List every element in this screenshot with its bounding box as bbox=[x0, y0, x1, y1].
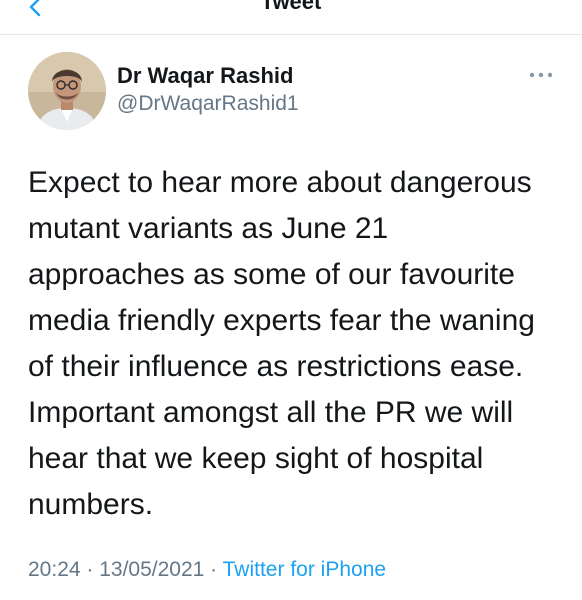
more-options-button[interactable] bbox=[526, 66, 556, 84]
author-handle[interactable]: @DrWaqarRashid1 bbox=[117, 92, 299, 116]
top-nav-bar: Tweet bbox=[0, 0, 582, 35]
tweet-text: Expect to hear more about dangerous muta… bbox=[28, 160, 558, 528]
tweet-meta: 20:24 · 13/05/2021 · Twitter for iPhone bbox=[28, 558, 386, 582]
tweet-text-line: Important amongst all the PR we will bbox=[28, 396, 514, 429]
tweet-text-line: of their influence as restrictions ease. bbox=[28, 350, 524, 383]
nav-title: Tweet bbox=[260, 0, 322, 14]
meta-separator: · bbox=[80, 558, 100, 581]
tweet-text-line: approaches as some of our favourite bbox=[28, 258, 515, 291]
author-display-name[interactable]: Dr Waqar Rashid bbox=[117, 63, 293, 89]
meta-separator: · bbox=[204, 558, 223, 581]
tweet-detail-screen: Tweet Dr Waqar Rashid @DrWaqarRashid1 Ex… bbox=[0, 0, 582, 600]
tweet-text-line: Expect to hear more about dangerous bbox=[28, 166, 532, 199]
tweet-date: 13/05/2021 bbox=[99, 558, 205, 581]
tweet-source-link[interactable]: Twitter for iPhone bbox=[223, 558, 386, 581]
profile-photo bbox=[28, 52, 106, 130]
more-options-icon bbox=[529, 72, 553, 78]
tweet-time: 20:24 bbox=[28, 558, 81, 581]
tweet-text-line: media friendly experts fear the waning bbox=[28, 304, 535, 337]
tweet-text-line: hear that we keep sight of hospital bbox=[28, 442, 484, 475]
tweet-text-line: mutant variants as June 21 bbox=[28, 212, 389, 245]
tweet-text-line: numbers. bbox=[28, 488, 154, 521]
avatar[interactable] bbox=[28, 52, 106, 130]
